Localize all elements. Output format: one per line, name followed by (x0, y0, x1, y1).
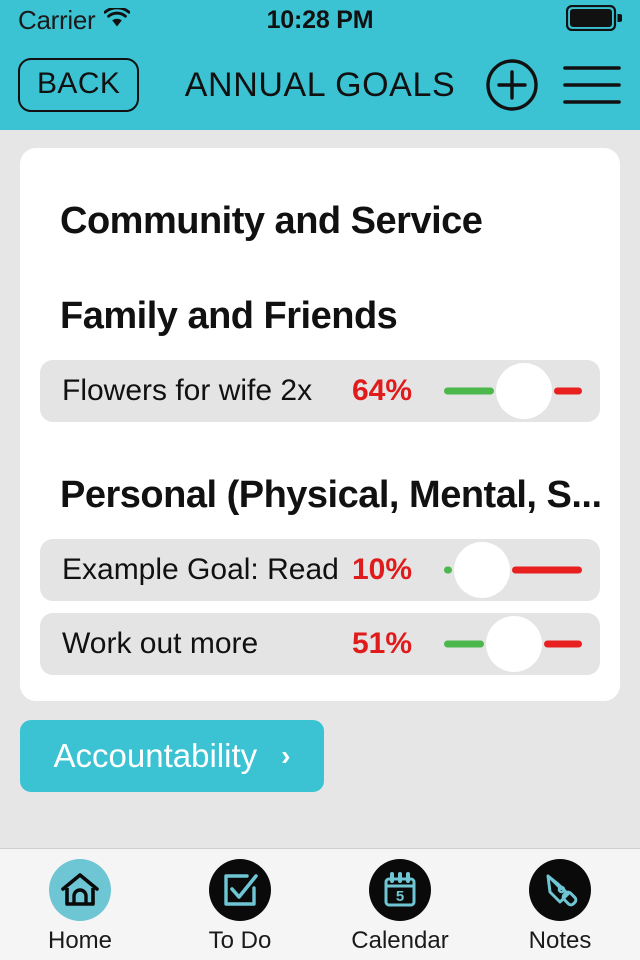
goal-progress-slider[interactable] (444, 613, 582, 675)
status-bar-right (565, 4, 624, 36)
goals-card: Community and Service Family and Friends… (20, 148, 620, 701)
nav-bar-actions (484, 57, 622, 113)
slider-track-green (444, 640, 484, 648)
tab-label: Calendar (351, 926, 449, 954)
tab-label: Notes (528, 926, 592, 954)
back-button[interactable]: BACK (18, 58, 140, 112)
slider-thumb[interactable] (485, 616, 542, 672)
goal-percent: 10% (352, 553, 413, 586)
nav-bar: BACK ANNUAL GOALS (0, 40, 640, 130)
goal-progress-slider[interactable] (444, 539, 582, 601)
tab-calendar[interactable]: 5 Calendar (320, 849, 480, 960)
goal-title: Example Goal: Read (62, 553, 339, 586)
status-bar: Carrier 10:28 PM (0, 0, 640, 40)
tab-bar: Home To Do 5 Calendar Notes (0, 848, 640, 960)
slider-thumb[interactable] (495, 363, 552, 419)
accountability-label: Accountability (53, 737, 258, 774)
calendar-icon: 5 (369, 858, 431, 921)
tab-notes[interactable]: Notes (480, 849, 640, 960)
goal-progress-slider[interactable] (444, 360, 582, 422)
menu-button[interactable] (562, 62, 622, 108)
slider-thumb[interactable] (453, 542, 510, 598)
slider-track-red (543, 640, 582, 648)
slider-track-green (444, 566, 452, 574)
wifi-icon (103, 5, 131, 33)
add-goal-button[interactable] (484, 57, 540, 113)
goal-title: Flowers for wife 2x (62, 374, 313, 407)
goal-percent: 64% (352, 374, 413, 407)
tab-home[interactable]: Home (0, 849, 160, 960)
section-heading-personal: Personal (Physical, Mental, S... (60, 474, 600, 516)
tab-label: To Do (208, 926, 272, 954)
checkbox-icon (209, 858, 271, 921)
home-icon (49, 858, 111, 921)
chevron-right-icon: › (281, 740, 291, 771)
goal-percent: 51% (352, 627, 413, 660)
tab-label: Home (47, 926, 113, 954)
slider-track-red (511, 566, 582, 574)
section-heading-family: Family and Friends (60, 295, 398, 337)
goal-row[interactable]: Work out more 51% (40, 613, 600, 675)
goal-row[interactable]: Flowers for wife 2x 64% (40, 360, 600, 422)
slider-track-red (553, 387, 582, 395)
carrier-label: Carrier (18, 4, 96, 35)
accountability-button[interactable]: Accountability › (20, 720, 324, 792)
section-heading-community: Community and Service (60, 200, 483, 242)
tab-todo[interactable]: To Do (160, 849, 320, 960)
pen-nib-icon (529, 858, 591, 921)
slider-track-green (444, 387, 494, 395)
plus-circle-icon (484, 59, 540, 116)
status-bar-left: Carrier (18, 4, 131, 36)
hamburger-menu-icon (562, 66, 622, 111)
calendar-badge: 5 (396, 888, 404, 905)
battery-full-icon (565, 4, 624, 36)
goal-row[interactable]: Example Goal: Read 10% (40, 539, 600, 601)
goal-title: Work out more (62, 627, 259, 660)
